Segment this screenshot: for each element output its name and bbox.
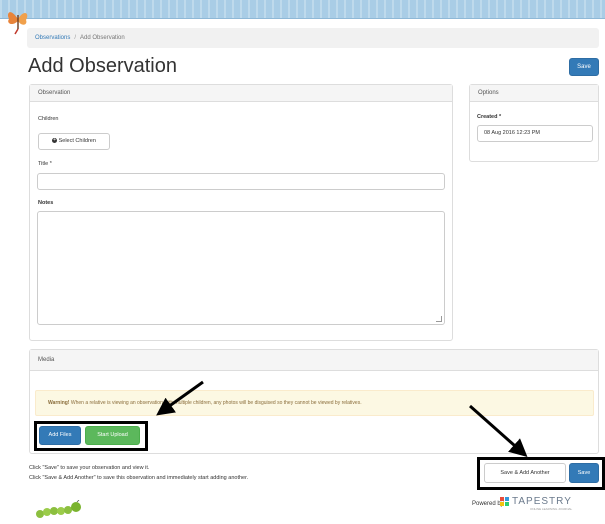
powered-by-label: Powered by	[472, 501, 504, 507]
caterpillar-logo	[36, 500, 81, 518]
arrow-right	[469, 404, 528, 457]
tapestry-brand: TAPESTRY	[512, 496, 572, 507]
tapestry-logo-icon	[500, 497, 509, 506]
annotation-arrows	[156, 380, 528, 457]
arrow-left	[156, 380, 204, 416]
tapestry-tagline: ONLINE LEARNING JOURNAL	[530, 507, 573, 511]
